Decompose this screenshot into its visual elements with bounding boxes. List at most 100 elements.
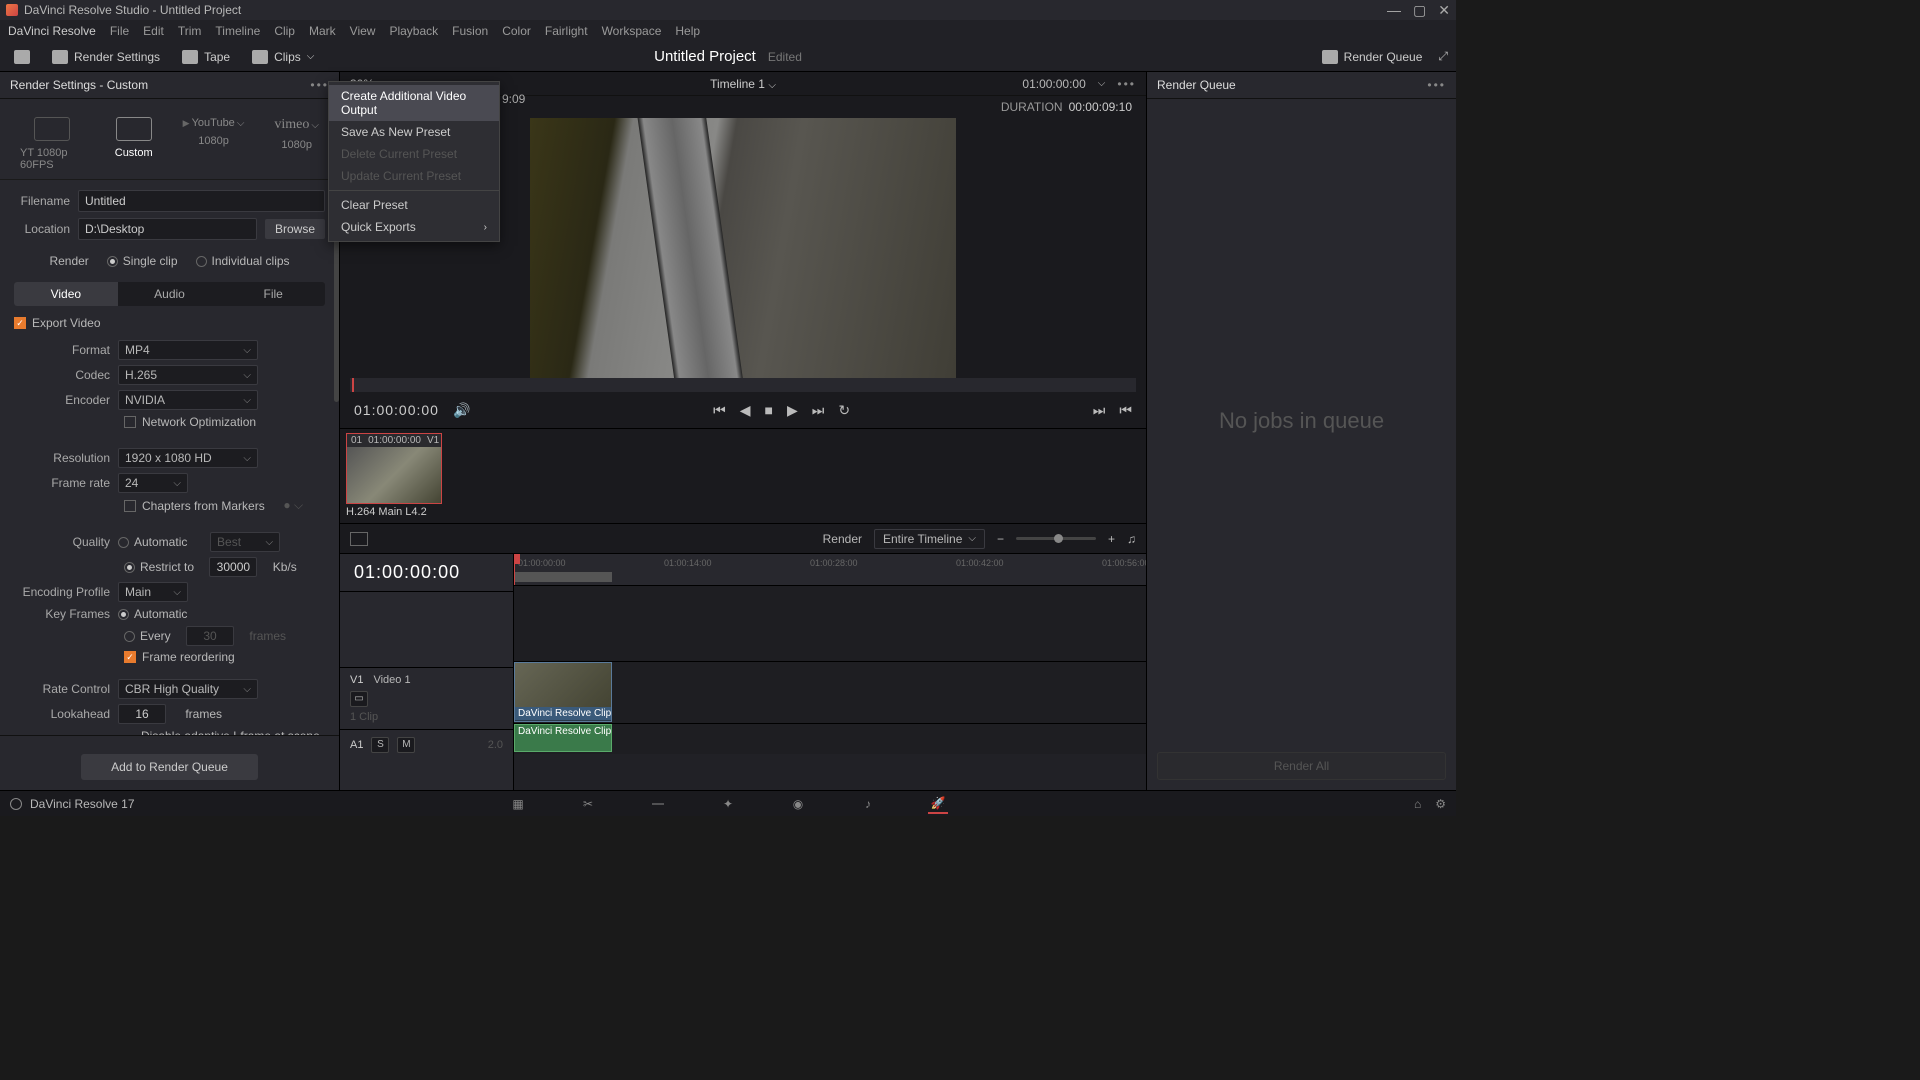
expand-icon[interactable]: ⤢ <box>1438 49 1448 64</box>
menu-fusion[interactable]: Fusion <box>452 24 488 38</box>
preset-vimeo[interactable]: vimeo⌵1080p <box>274 117 319 171</box>
zoom-out-button[interactable]: − <box>997 532 1004 546</box>
timeline-tc[interactable]: 01:00:00:00 <box>340 554 513 591</box>
frame-reorder-checkbox[interactable] <box>124 651 136 663</box>
video-clip[interactable]: DaVinci Resolve Clips... <box>514 662 612 722</box>
page-color[interactable]: ◉ <box>788 794 808 814</box>
maximize-button[interactable]: ▢ <box>1413 2 1426 19</box>
mute-button[interactable]: M <box>397 737 415 753</box>
codec-select[interactable]: H.265 <box>118 365 258 385</box>
preset-custom[interactable]: Custom <box>115 117 153 171</box>
render-range-select[interactable]: Entire Timeline⌵ <box>874 529 985 549</box>
network-opt-checkbox[interactable] <box>124 416 136 428</box>
panel-menu-button[interactable]: ••• <box>310 78 329 92</box>
browse-button[interactable]: Browse <box>265 219 325 239</box>
add-to-queue-button[interactable]: Add to Render Queue <box>81 754 258 780</box>
stop-button[interactable]: ■ <box>764 402 772 418</box>
loop-button[interactable]: ↻ <box>838 402 850 419</box>
menu-workspace[interactable]: Workspace <box>602 24 662 38</box>
page-edit[interactable]: ⎯⎯ <box>648 794 668 814</box>
bitrate-input[interactable] <box>209 557 257 577</box>
page-media[interactable]: ▦ <box>508 794 528 814</box>
format-select[interactable]: MP4 <box>118 340 258 360</box>
zoom-in-button[interactable]: + <box>1108 532 1115 546</box>
page-deliver[interactable]: 🚀 <box>928 794 948 814</box>
timeline-ruler[interactable]: 01:00:00:00 01:00:14:00 01:00:28:00 01:0… <box>514 554 1146 586</box>
home-icon[interactable]: ⌂ <box>1414 797 1421 811</box>
render-queue-toggle[interactable]: Render Queue <box>1316 47 1429 67</box>
ctx-clear-preset[interactable]: Clear Preset <box>329 194 499 216</box>
transport-tc[interactable]: 01:00:00:00 <box>354 402 439 418</box>
menu-timeline[interactable]: Timeline <box>215 24 260 38</box>
filename-input[interactable] <box>78 190 325 212</box>
quality-restrict-radio[interactable]: Restrict to <box>124 560 194 574</box>
play-button[interactable]: ▶ <box>787 402 798 419</box>
prev-clip-button[interactable]: ⏮ <box>713 402 726 419</box>
solo-button[interactable]: S <box>371 737 389 753</box>
kf-every-radio[interactable]: Every <box>124 629 171 643</box>
step-back-button[interactable]: ◀ <box>740 402 751 419</box>
menu-fairlight[interactable]: Fairlight <box>545 24 588 38</box>
single-clip-radio[interactable]: Single clip <box>107 254 178 268</box>
menu-color[interactable]: Color <box>502 24 531 38</box>
goto-out-button[interactable]: ⏮ <box>1119 402 1132 419</box>
framerate-select[interactable]: 24 <box>118 473 188 493</box>
encoding-profile-select[interactable]: Main <box>118 582 188 602</box>
menu-mark[interactable]: Mark <box>309 24 336 38</box>
render-settings-toggle[interactable]: Render Settings <box>46 47 166 67</box>
preset-youtube[interactable]: YouTube⌵1080p <box>183 117 245 171</box>
viewer-tc[interactable]: 01:00:00:00 <box>1022 77 1085 91</box>
menu-davinci[interactable]: DaVinci Resolve <box>8 24 96 38</box>
rate-control-select[interactable]: CBR High Quality <box>118 679 258 699</box>
workspace-icon[interactable] <box>8 47 36 67</box>
kf-auto-radio[interactable]: Automatic <box>118 607 187 621</box>
video-viewer[interactable] <box>530 118 956 378</box>
goto-end-button[interactable]: ⏭ <box>1093 402 1106 419</box>
export-video-checkbox[interactable] <box>14 317 26 329</box>
volume-icon[interactable]: 🔊 <box>453 402 470 419</box>
tab-file[interactable]: File <box>221 282 325 306</box>
scrubber[interactable] <box>350 378 1136 392</box>
page-fairlight[interactable]: ♪ <box>858 794 878 814</box>
audio-track[interactable]: DaVinci Resolve Clips... <box>514 724 1146 754</box>
viewer-menu-button[interactable]: ••• <box>1117 77 1136 91</box>
menu-file[interactable]: File <box>110 24 129 38</box>
menu-view[interactable]: View <box>350 24 376 38</box>
timeline-view-icon[interactable] <box>350 532 368 546</box>
video-track[interactable]: DaVinci Resolve Clips... <box>514 662 1146 724</box>
tab-audio[interactable]: Audio <box>118 282 222 306</box>
page-fusion[interactable]: ✦ <box>718 794 738 814</box>
quality-auto-radio[interactable]: Automatic <box>118 535 187 549</box>
minimize-button[interactable]: — <box>1387 2 1401 19</box>
ctx-quick-exports[interactable]: Quick Exports› <box>329 216 499 238</box>
timeline-name[interactable]: Timeline 1 ⌵ <box>710 77 776 91</box>
page-cut[interactable]: ✂ <box>578 794 598 814</box>
lookahead-input[interactable] <box>118 704 166 724</box>
range-bar[interactable] <box>514 572 612 582</box>
music-icon[interactable]: ♫ <box>1127 532 1136 546</box>
menu-help[interactable]: Help <box>675 24 700 38</box>
location-input[interactable] <box>78 218 257 240</box>
individual-clips-radio[interactable]: Individual clips <box>196 254 290 268</box>
tape-toggle[interactable]: Tape <box>176 47 236 67</box>
clip-thumbnail[interactable]: 0101:00:00:00V1 <box>346 433 442 504</box>
encoder-select[interactable]: NVIDIA <box>118 390 258 410</box>
menu-playback[interactable]: Playback <box>389 24 438 38</box>
tab-video[interactable]: Video <box>14 282 118 306</box>
playhead[interactable] <box>514 554 515 585</box>
close-button[interactable]: ✕ <box>1438 2 1450 19</box>
ctx-create-output[interactable]: Create Additional Video Output <box>329 85 499 121</box>
settings-icon[interactable]: ⚙ <box>1435 797 1446 811</box>
next-clip-button[interactable]: ⏭ <box>812 402 825 419</box>
preset-yt60[interactable]: YT 1080p 60FPS <box>20 117 85 171</box>
menu-trim[interactable]: Trim <box>178 24 202 38</box>
resolution-select[interactable]: 1920 x 1080 HD <box>118 448 258 468</box>
zoom-slider[interactable] <box>1016 537 1096 540</box>
clips-toggle[interactable]: Clips⌵ <box>246 47 320 67</box>
chapters-checkbox[interactable] <box>124 500 136 512</box>
menu-edit[interactable]: Edit <box>143 24 164 38</box>
ctx-save-preset[interactable]: Save As New Preset <box>329 121 499 143</box>
video-track-header[interactable]: V1Video 1 ▭ 1 Clip <box>340 667 513 729</box>
menu-clip[interactable]: Clip <box>274 24 295 38</box>
queue-menu-button[interactable]: ••• <box>1427 78 1446 92</box>
